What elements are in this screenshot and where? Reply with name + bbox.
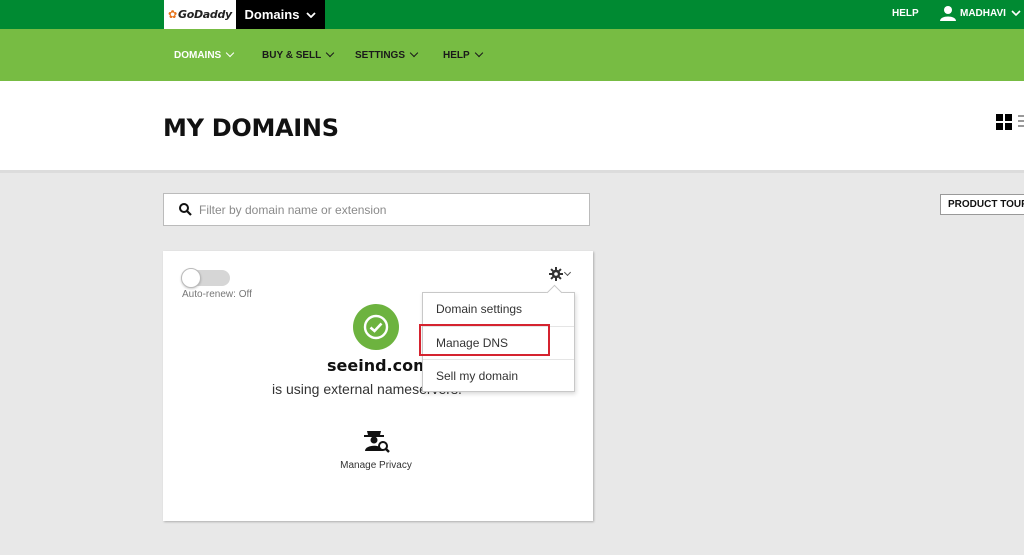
top-bar: ✿ GoDaddy Domains HELP MADHAVI (0, 0, 1024, 29)
chevron-down-icon (409, 48, 419, 58)
nav-item-settings[interactable]: SETTINGS (355, 29, 419, 81)
nav-item-help[interactable]: HELP (443, 29, 483, 81)
nav-item-label: SETTINGS (355, 49, 406, 61)
logo-mark-icon: ✿ (168, 8, 177, 21)
nav-item-label: DOMAINS (174, 49, 222, 61)
privacy-agent-icon (364, 431, 390, 453)
user-menu-button[interactable]: MADHAVI (940, 5, 1024, 21)
user-icon (940, 6, 956, 21)
chevron-down-icon (306, 11, 317, 18)
grid-view-icon[interactable] (996, 114, 1012, 130)
menu-item-domain-settings[interactable]: Domain settings (423, 293, 574, 325)
user-name: MADHAVI (960, 7, 1006, 19)
top-help-link[interactable]: HELP (892, 8, 919, 19)
nav-item-buy-sell[interactable]: BUY & SELL (262, 29, 335, 81)
toggle-knob (181, 268, 201, 288)
menu-item-manage-dns[interactable]: Manage DNS (423, 326, 574, 358)
domain-settings-menu: Domain settings Manage DNS Sell my domai… (422, 292, 575, 392)
page-title: MY DOMAINS (163, 114, 339, 142)
gear-icon (549, 267, 563, 281)
main-nav: DOMAINS BUY & SELL SETTINGS HELP (0, 29, 1024, 81)
app-switcher-label: Domains (244, 7, 300, 22)
manage-privacy-button[interactable]: Manage Privacy (338, 427, 414, 471)
nav-item-label: HELP (443, 49, 470, 61)
check-circle-icon (353, 304, 399, 350)
search-input[interactable] (199, 202, 559, 217)
chevron-down-icon (563, 268, 572, 277)
search-icon (179, 203, 192, 216)
product-tour-button[interactable]: PRODUCT TOUR (940, 194, 1024, 215)
logo-text: GoDaddy (177, 8, 232, 21)
app-switcher-button[interactable]: Domains (236, 0, 325, 29)
domain-name[interactable]: seeind.com (327, 356, 430, 375)
nav-item-domains[interactable]: DOMAINS (174, 29, 235, 81)
auto-renew-toggle[interactable] (181, 268, 230, 288)
menu-item-sell-domain[interactable]: Sell my domain (423, 359, 574, 391)
chevron-down-icon (225, 48, 235, 58)
chevron-down-icon (474, 48, 483, 58)
chevron-down-icon (1011, 10, 1021, 16)
settings-gear-button[interactable] (549, 267, 572, 281)
list-view-icon[interactable] (1018, 115, 1024, 129)
nav-item-label: BUY & SELL (262, 49, 322, 61)
chevron-down-icon (326, 48, 335, 58)
page-header: MY DOMAINS (0, 81, 1024, 173)
domain-filter (163, 193, 590, 226)
godaddy-logo[interactable]: ✿ GoDaddy (164, 0, 236, 29)
auto-renew-label: Auto-renew: Off (182, 289, 252, 300)
manage-privacy-label: Manage Privacy (340, 460, 412, 471)
